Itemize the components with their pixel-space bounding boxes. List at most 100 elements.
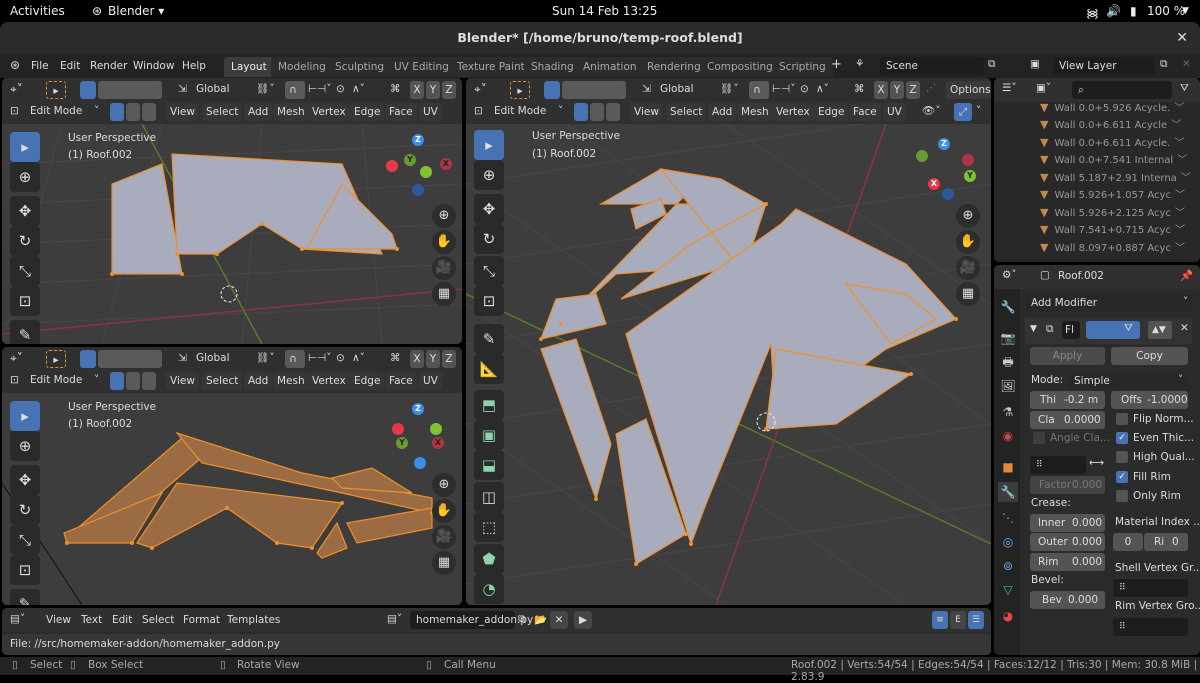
flip-normals-checkbox[interactable]	[1116, 413, 1128, 425]
gizmo-x-axis[interactable]: X	[440, 158, 452, 170]
battery-percent[interactable]: 100 %	[1147, 4, 1185, 18]
tab-modeling[interactable]: Modeling	[271, 57, 333, 77]
pivot-dropdown-icon[interactable]: ⛓˅	[720, 82, 739, 95]
crease-outer-field[interactable]: Outer 0.000	[1030, 533, 1105, 551]
snap-toggle-icon[interactable]: ∩	[285, 350, 305, 368]
material-rim-field[interactable]: Ri 0	[1144, 533, 1188, 551]
remove-modifier-icon[interactable]: ✕	[1180, 322, 1189, 334]
gizmo-toggle-icon[interactable]: ⤢	[954, 103, 972, 121]
mirror-z-toggle[interactable]: Z	[906, 81, 920, 99]
transform-tool[interactable]: ⊡	[10, 286, 40, 316]
filter-view-layer-icon[interactable]: ▣˅	[1036, 82, 1051, 94]
mode-chevron-icon[interactable]: ˅	[94, 374, 99, 386]
select-tool-icon[interactable]: ▸	[46, 350, 66, 368]
select-mode-new-icon[interactable]	[80, 81, 96, 99]
outliner-item[interactable]: ▼ Wall 5.187+2.91 Interna ﹀	[1040, 169, 1191, 186]
scale-tool[interactable]: ⤡	[10, 256, 40, 286]
gizmo-dropdown-icon[interactable]: ˅	[976, 105, 981, 117]
select-mode-buttons[interactable]	[98, 81, 162, 99]
move-tool[interactable]: ✥	[10, 196, 40, 226]
proportional-edit-icon[interactable]: ⊙	[800, 83, 809, 95]
text-editor-type-icon[interactable]: ▤˅	[10, 613, 25, 625]
snap-target-icon[interactable]: ⊢⊣˅	[308, 83, 332, 95]
menu-uv[interactable]: UV	[419, 372, 442, 390]
annotate-tool[interactable]: ✎	[10, 589, 40, 605]
view-layer-field[interactable]: View Layer	[1053, 57, 1155, 75]
menu-help[interactable]: Help	[182, 60, 206, 72]
select-box-tool[interactable]: ▸	[10, 401, 40, 431]
pan-view-icon[interactable]: ✋	[432, 230, 456, 254]
select-box-tool[interactable]: ▸	[10, 132, 40, 162]
falloff-icon[interactable]: ∧˅	[352, 83, 365, 95]
invert-vertex-group-icon[interactable]: ⟷	[1089, 457, 1104, 469]
bevel-convex-field[interactable]: Bev 0.000	[1030, 591, 1105, 609]
zoom-view-icon[interactable]: ⊕	[432, 473, 456, 497]
snap-toggle-icon[interactable]: ∩	[285, 81, 305, 99]
outliner-search-input[interactable]: ⌕	[1072, 81, 1172, 99]
menu-view[interactable]: View	[166, 103, 199, 121]
overlay-visibility-icon[interactable]: 👁˅	[922, 104, 941, 117]
angle-clamp-checkbox[interactable]	[1033, 432, 1045, 444]
view-layer-tab-icon[interactable]: 🖼	[998, 376, 1018, 396]
text-browse-icon[interactable]: ▤˅	[387, 613, 402, 625]
transform-tool[interactable]: ⊡	[474, 286, 504, 316]
menu-mesh[interactable]: Mesh	[273, 372, 309, 390]
mirror-y-toggle[interactable]: Y	[426, 350, 440, 368]
gizmo-neg-y[interactable]	[420, 166, 432, 178]
mode-dropdown[interactable]: Edit Mode	[30, 105, 82, 117]
auto-merge-icon[interactable]: ⋰	[926, 82, 937, 94]
menu-add[interactable]: Add	[708, 103, 737, 121]
particles-tab-icon[interactable]: ⋱	[998, 508, 1018, 528]
knife-tool[interactable]: ⬚	[474, 512, 504, 542]
gizmo-y-axis[interactable]: Y	[396, 437, 408, 449]
inset-faces-tool[interactable]: ▣	[474, 420, 504, 450]
menu-select[interactable]: Select	[666, 103, 707, 121]
snap-toggle-icon[interactable]: ∩	[749, 81, 769, 99]
mirror-x-toggle[interactable]: X	[410, 81, 424, 99]
mirror-x-toggle[interactable]: X	[874, 81, 888, 99]
mirror-y-toggle[interactable]: Y	[890, 81, 904, 99]
gizmo-z-axis[interactable]: Z	[412, 134, 424, 146]
outliner-item[interactable]: ▼ Wall 0.0+6.611 Acycle. ﹀	[1040, 134, 1184, 151]
edge-select-icon[interactable]	[126, 372, 140, 390]
text-menu-templates[interactable]: Templates	[227, 614, 280, 626]
cursor-tool[interactable]: ⊕	[474, 160, 504, 190]
add-modifier-dropdown[interactable]: Add Modifier	[1025, 294, 1192, 312]
select-mode-new-icon[interactable]	[80, 350, 96, 368]
text-menu-view[interactable]: View	[46, 614, 71, 626]
clock[interactable]: Sun 14 Feb 13:25	[552, 4, 657, 18]
mode-dropdown[interactable]: Simple	[1068, 372, 1188, 390]
scale-tool[interactable]: ⤡	[10, 525, 40, 555]
camera-view-icon[interactable]: 🎥	[432, 525, 456, 549]
window-close-button[interactable]: ✕	[1176, 22, 1188, 54]
rotate-tool[interactable]: ↻	[10, 495, 40, 525]
orientation-icon[interactable]: ⇲	[178, 83, 187, 95]
edge-select-icon[interactable]	[126, 103, 140, 121]
menu-mesh[interactable]: Mesh	[737, 103, 773, 121]
mirror-x-toggle[interactable]: X	[410, 350, 424, 368]
gizmo-x-axis[interactable]: X	[432, 437, 444, 449]
menu-select[interactable]: Select	[202, 372, 243, 390]
vertex-select-icon[interactable]	[110, 103, 124, 121]
snap-target-icon[interactable]: ⊢⊣˅	[772, 83, 796, 95]
cursor-tool[interactable]: ⊕	[10, 431, 40, 461]
annotate-tool[interactable]: ✎	[10, 320, 40, 344]
unlink-text-icon[interactable]: ✕	[550, 611, 568, 629]
thickness-field[interactable]: Thi -0.2 m	[1030, 391, 1105, 409]
face-select-icon[interactable]	[606, 103, 620, 121]
move-modifier-buttons[interactable]: ▲▼	[1148, 321, 1172, 339]
scene-field[interactable]: Scene	[880, 57, 984, 75]
gizmo-neg-x[interactable]	[386, 160, 398, 172]
menu-face[interactable]: Face	[849, 103, 881, 121]
crease-inner-field[interactable]: Inner 0.000	[1030, 514, 1105, 532]
collapse-modifier-icon[interactable]: ▼	[1030, 324, 1037, 334]
run-script-icon[interactable]: ▶	[574, 611, 592, 629]
text-menu-text[interactable]: Text	[81, 614, 102, 626]
copy-button[interactable]: Copy	[1111, 347, 1188, 365]
menu-vertex[interactable]: Vertex	[772, 103, 814, 121]
mode-chevron-icon[interactable]: ˅	[558, 105, 563, 117]
filter-icon[interactable]: ⛛	[1180, 82, 1189, 95]
editor-type-icon[interactable]: ⚙˅	[1002, 269, 1017, 281]
camera-view-icon[interactable]: 🎥	[956, 256, 980, 280]
add-workspace-button[interactable]: +	[831, 57, 842, 72]
